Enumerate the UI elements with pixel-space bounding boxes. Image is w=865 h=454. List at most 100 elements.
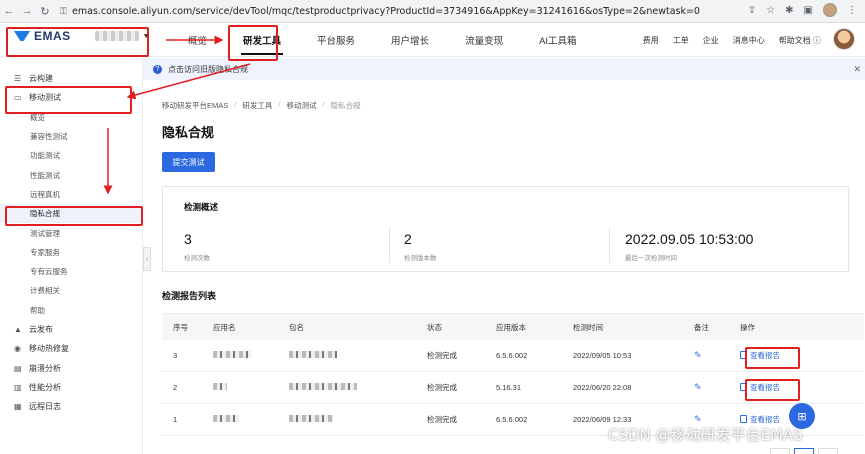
profile-icon[interactable] [823, 3, 837, 17]
sidebar-sub-overview[interactable]: 概览 [0, 108, 142, 127]
stat-version-count: 2 检测版本数 [404, 231, 437, 262]
sidebar-sub-privacy-compliance[interactable]: 隐私合规 [0, 204, 142, 224]
tab-monetization[interactable]: 流量变现 [447, 23, 521, 57]
sidebar-item-cloud-publish[interactable]: ▲ 云发布 [0, 320, 142, 339]
cell-status: 检测完成 [427, 415, 457, 424]
breadcrumb-current: 隐私合规 [330, 101, 361, 110]
sidebar-sub-func-test[interactable]: 功能测试 [0, 146, 142, 165]
view-report-label: 查看报告 [750, 382, 780, 392]
sidebar-sub-help[interactable]: 帮助 [0, 301, 142, 320]
sidebar-item-cloud-build[interactable]: ☰ 云构建 [0, 69, 142, 88]
sidebar-item-crash-analysis[interactable]: ▤ 崩溃分析 [0, 358, 142, 377]
col-header: 操作 [740, 322, 755, 332]
avatar[interactable] [833, 28, 855, 50]
share-icon[interactable]: ⇪ [748, 5, 756, 16]
document-icon [740, 415, 747, 424]
pagination [770, 448, 860, 454]
sidebar-item-label: 移动测试 [29, 93, 61, 103]
arrow-right-icon[interactable]: → [18, 5, 36, 17]
page-button[interactable] [818, 448, 838, 454]
sidepanel-icon[interactable]: ▣ [804, 5, 813, 16]
stat-label: 最后一次检测时间 [625, 255, 677, 262]
page-button[interactable] [770, 448, 790, 454]
link-help-docs[interactable]: 帮助文档 ⓘ [779, 35, 821, 46]
cell-note: ✎ [690, 382, 736, 393]
edit-icon[interactable]: ✎ [694, 414, 702, 424]
sidebar-item-perf-analysis[interactable]: ▥ 性能分析 [0, 378, 142, 397]
link-billing[interactable]: 费用 [643, 35, 659, 46]
crash-icon: ▤ [14, 363, 22, 373]
address-bar[interactable]: ⚿ emas.console.aliyun.com/service/devToo… [60, 3, 780, 20]
breadcrumb-item[interactable]: 研发工具 [242, 100, 272, 111]
table-header: 序号 应用名 包名 状态 应用版本 检测时间 备注 操作 [162, 314, 864, 340]
cell-action: 查看报告 [736, 350, 864, 362]
extensions-icon[interactable]: ✱ [785, 5, 793, 16]
redacted-package [289, 415, 333, 422]
stat-label: 检测次数 [184, 255, 210, 262]
app-selector[interactable]: ▼ [94, 31, 150, 41]
star-icon[interactable]: ☆ [766, 5, 775, 16]
tab-ai-toolbox[interactable]: AI工具箱 [521, 23, 594, 57]
sidebar-sub-remote-device[interactable]: 远程真机 [0, 185, 142, 204]
arrow-left-icon[interactable]: ← [0, 5, 18, 17]
sidebar-sub-test-management[interactable]: 测试管理 [0, 223, 142, 242]
redacted-app-name [213, 383, 227, 390]
breadcrumb-item[interactable]: 移动测试 [286, 100, 316, 111]
edit-icon[interactable]: ✎ [694, 382, 702, 392]
notice-link[interactable]: 点击访问旧版隐私合规 [168, 64, 248, 75]
report-list-title: 检测报告列表 [162, 291, 217, 301]
close-icon[interactable]: ✕ [853, 64, 861, 75]
cell-action: 查看报告 [736, 382, 864, 394]
col-header: 包名 [289, 322, 304, 332]
sidebar-item-label: 性能分析 [29, 382, 61, 392]
sidebar-item-mobile-testing[interactable]: ▭ 移动测试 [0, 88, 142, 107]
log-icon: ▦ [14, 402, 22, 412]
tab-platform-services[interactable]: 平台服务 [299, 23, 373, 57]
sidebar-sub-private-cloud[interactable]: 专有云服务 [0, 262, 142, 281]
main-content: 移动研发平台EMAS / 研发工具 / 移动测试 / 隐私合规 隐私合规 提交测… [151, 80, 865, 454]
caret-down-icon: ▼ [142, 32, 150, 40]
col-header: 备注 [694, 322, 709, 332]
sidebar-item-label: 崩溃分析 [29, 363, 61, 373]
server-icon: ☰ [14, 74, 22, 84]
breadcrumb-item[interactable]: 移动研发平台EMAS [162, 100, 228, 111]
sidebar-sub-expert-service[interactable]: 专家服务 [0, 243, 142, 262]
app-header: EMAS ▼ 概览 研发工具 平台服务 用户增长 流量变现 AI工具箱 费用 工… [0, 23, 865, 57]
cell-time: 2022/09/05 10:53 [573, 351, 632, 360]
url-text[interactable]: emas.console.aliyun.com/service/devTool/… [72, 6, 700, 17]
tab-user-growth[interactable]: 用户增长 [373, 23, 447, 57]
tab-dev-tools[interactable]: 研发工具 [225, 23, 299, 57]
sidebar-sub-perf-test[interactable]: 性能测试 [0, 165, 142, 184]
sidebar-collapse-handle[interactable]: ‹ [143, 247, 151, 271]
sidebar-item-hotfix[interactable]: ◉ 移动热修复 [0, 339, 142, 358]
link-tickets[interactable]: 工单 [673, 35, 689, 46]
page-button[interactable] [794, 448, 814, 454]
stat-test-count: 3 检测次数 [184, 231, 210, 262]
link-messages[interactable]: 消息中心 [733, 35, 765, 46]
col-header: 序号 [173, 322, 188, 332]
view-report-link[interactable]: 查看报告 [740, 350, 780, 361]
summary-card: 检测概述 3 检测次数 2 检测版本数 2022.09.05 10:53:00 … [162, 186, 849, 272]
edit-icon[interactable]: ✎ [694, 350, 702, 360]
cell-version: 6.5.6.002 [496, 351, 528, 360]
sidebar-sub-compat-test[interactable]: 兼容性测试 [0, 127, 142, 146]
view-report-link[interactable]: 查看报告 [740, 382, 780, 393]
link-enterprise[interactable]: 企业 [703, 35, 719, 46]
cell-status: 检测完成 [427, 383, 457, 392]
reload-icon[interactable]: ↻ [36, 5, 54, 18]
emas-logo-icon [14, 31, 30, 41]
stat-divider [609, 227, 610, 263]
submit-test-button[interactable]: 提交测试 [162, 152, 215, 172]
tab-overview[interactable]: 概览 [170, 23, 225, 57]
logo[interactable]: EMAS ▼ [14, 29, 150, 43]
browser-actions: ⇪ ☆ ✱ ▣ ⋮ [748, 3, 857, 17]
sidebar-item-label: 远程日志 [29, 402, 61, 412]
help-docs-label: 帮助文档 [778, 35, 811, 45]
document-icon [740, 351, 747, 360]
document-icon [740, 383, 747, 392]
sidebar-item-label: 云发布 [29, 325, 53, 334]
monitor-icon: ▭ [14, 93, 22, 103]
menu-icon[interactable]: ⋮ [847, 5, 857, 16]
sidebar-sub-billing[interactable]: 计费相关 [0, 281, 142, 300]
sidebar-item-remote-log[interactable]: ▦ 远程日志 [0, 397, 142, 416]
